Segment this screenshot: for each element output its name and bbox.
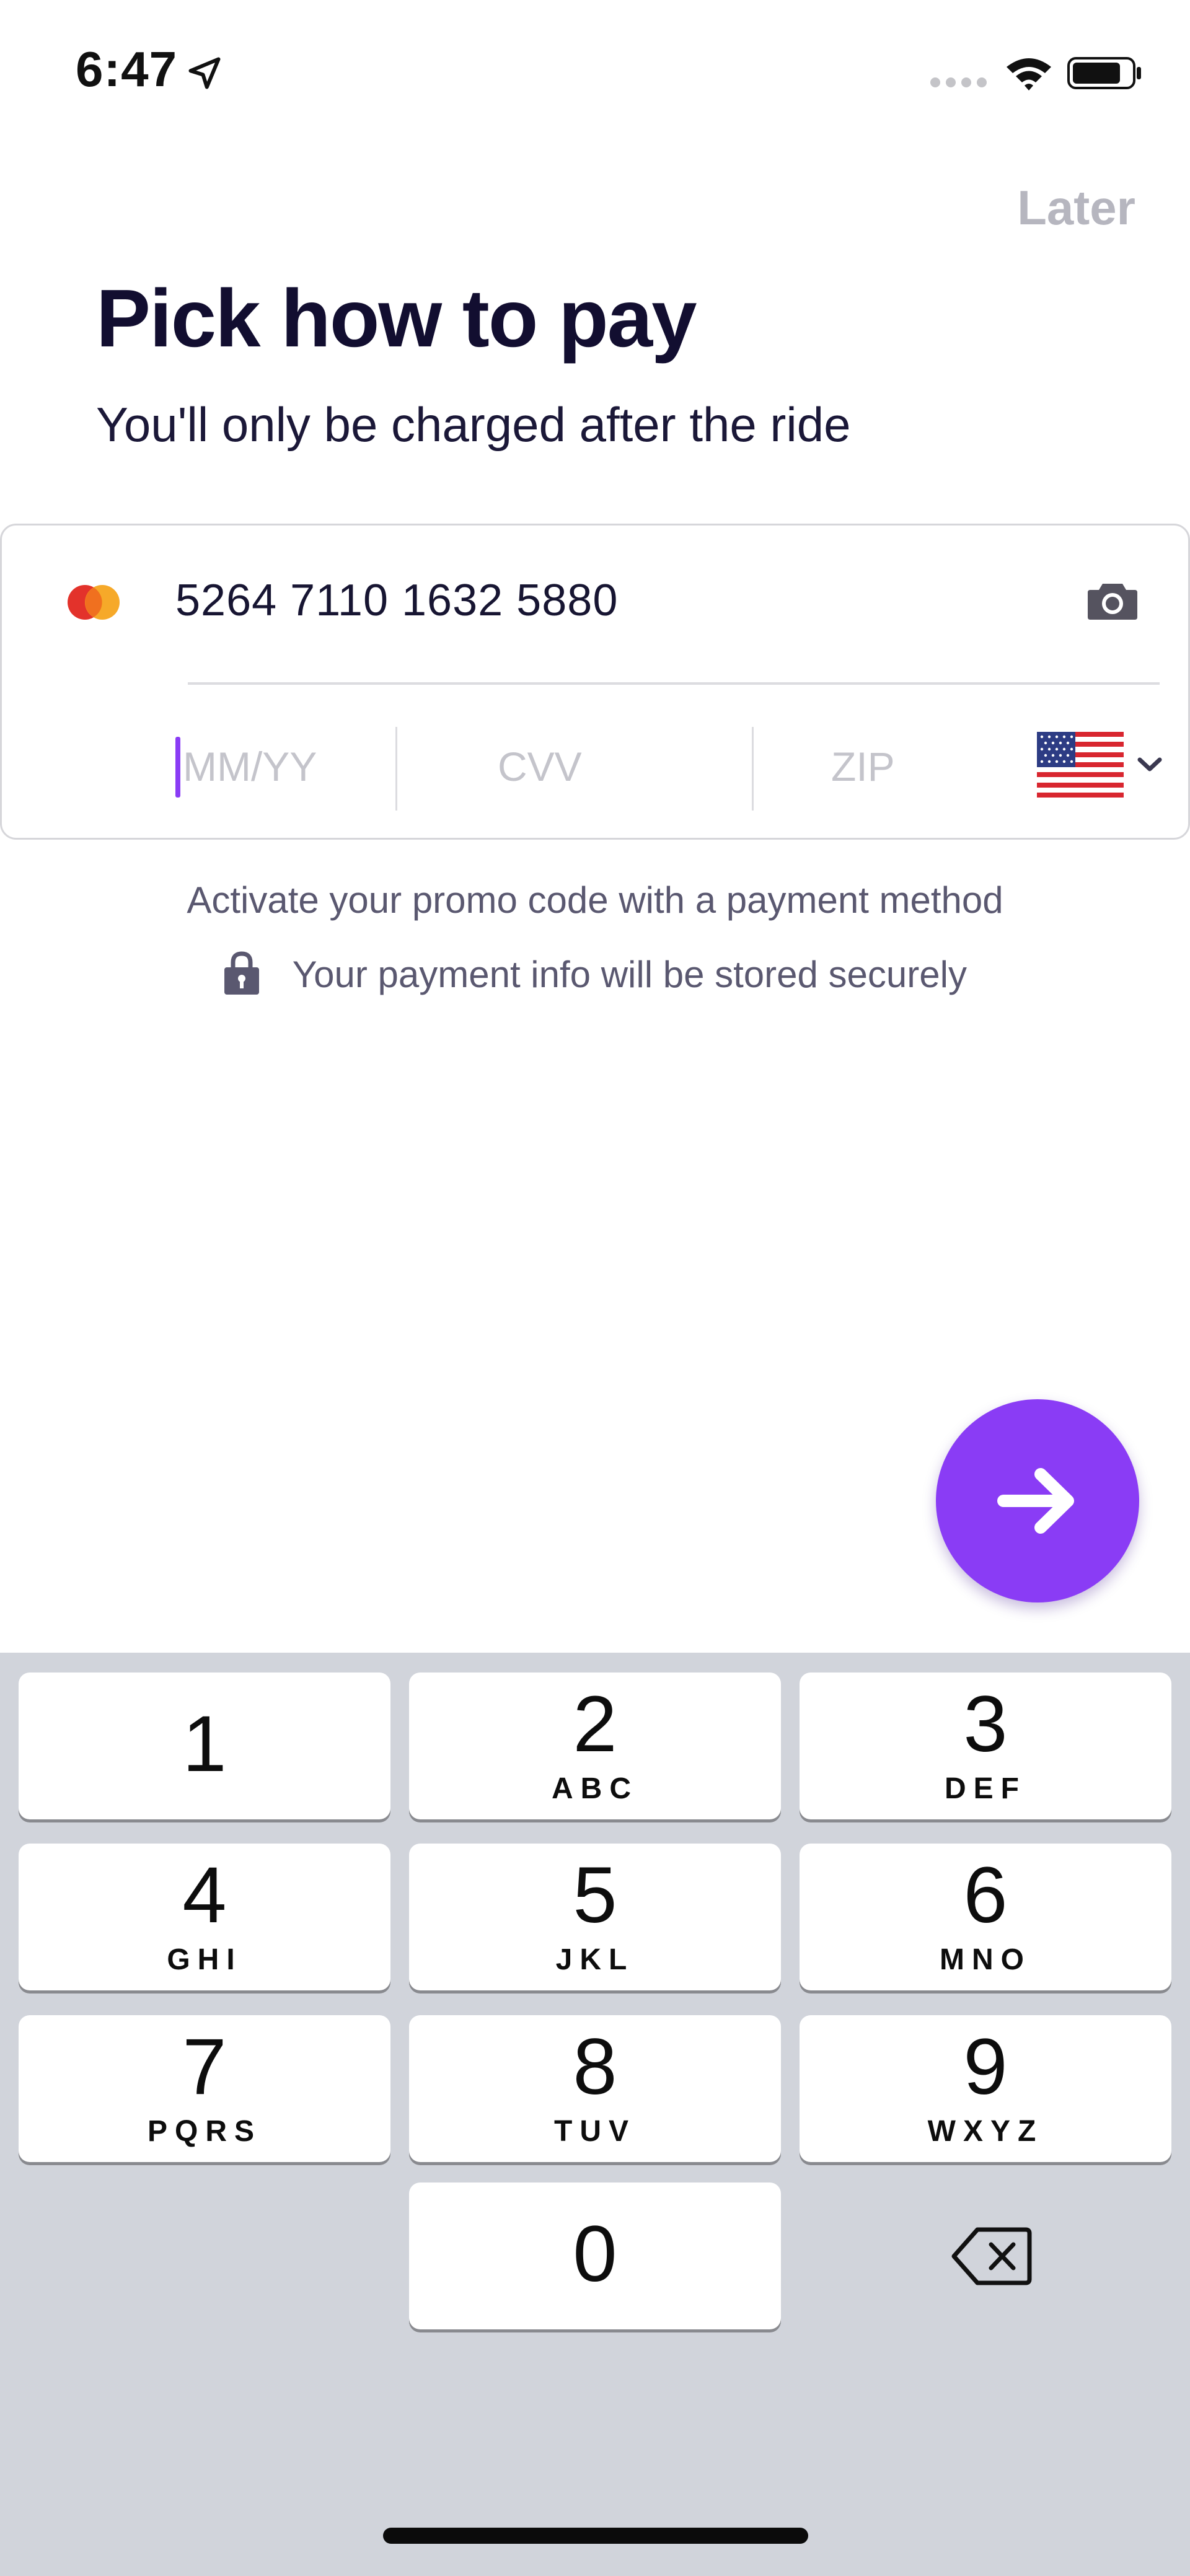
promo-note: Activate your promo code with a payment … bbox=[187, 879, 1003, 921]
page-title: Pick how to pay bbox=[96, 273, 697, 364]
location-arrow-icon bbox=[188, 57, 221, 89]
chevron-down-icon bbox=[1137, 757, 1162, 771]
later-button[interactable]: Later bbox=[1017, 180, 1135, 236]
home-indicator bbox=[383, 2528, 808, 2544]
status-time: 6:47 bbox=[76, 42, 178, 97]
cvv-input[interactable]: CVV bbox=[498, 743, 582, 790]
key-6[interactable]: 6 MNO bbox=[800, 1844, 1171, 1990]
zip-input[interactable]: ZIP bbox=[831, 743, 895, 790]
card-divider bbox=[188, 682, 1160, 685]
field-divider bbox=[395, 727, 397, 811]
next-button[interactable] bbox=[936, 1399, 1139, 1602]
field-divider bbox=[752, 727, 754, 811]
us-flag-icon bbox=[1037, 732, 1124, 798]
key-2[interactable]: 2 ABC bbox=[409, 1673, 781, 1819]
camera-icon[interactable] bbox=[1088, 580, 1137, 621]
mastercard-icon bbox=[68, 585, 120, 620]
card-form: 5264 7110 1632 5880 MM/YY CVV ZIP bbox=[0, 524, 1190, 840]
key-8[interactable]: 8 TUV bbox=[409, 2015, 781, 2162]
key-0[interactable]: 0 bbox=[409, 2183, 781, 2329]
key-5[interactable]: 5 JKL bbox=[409, 1844, 781, 1990]
page-subtitle: You'll only be charged after the ride bbox=[96, 397, 851, 452]
country-select[interactable] bbox=[1037, 732, 1167, 800]
lock-icon bbox=[224, 951, 260, 995]
secure-note-text: Your payment info will be stored securel… bbox=[292, 954, 967, 995]
wifi-icon bbox=[1007, 58, 1051, 90]
key-4[interactable]: 4 GHI bbox=[19, 1844, 390, 1990]
text-cursor bbox=[175, 737, 180, 798]
arrow-right-icon bbox=[997, 1468, 1074, 1534]
backspace-icon[interactable] bbox=[951, 2226, 1032, 2287]
key-7[interactable]: 7 PQRS bbox=[19, 2015, 390, 2162]
numeric-keypad: 1 2 ABC 3 DEF 4 GHI 5 JKL 6 MNO 7 PQRS 8… bbox=[0, 1653, 1190, 2576]
expiry-placeholder: MM/YY bbox=[183, 744, 317, 789]
key-9[interactable]: 9 WXYZ bbox=[800, 2015, 1171, 2162]
expiry-input[interactable]: MM/YY bbox=[175, 732, 386, 800]
signal-icon bbox=[930, 77, 987, 87]
battery-icon bbox=[1067, 57, 1141, 89]
status-bar: 6:47 bbox=[0, 0, 1190, 143]
card-number-input[interactable]: 5264 7110 1632 5880 bbox=[175, 575, 618, 626]
key-1[interactable]: 1 bbox=[19, 1673, 390, 1819]
secure-note: Your payment info will be stored securel… bbox=[0, 950, 1190, 996]
key-3[interactable]: 3 DEF bbox=[800, 1673, 1171, 1819]
